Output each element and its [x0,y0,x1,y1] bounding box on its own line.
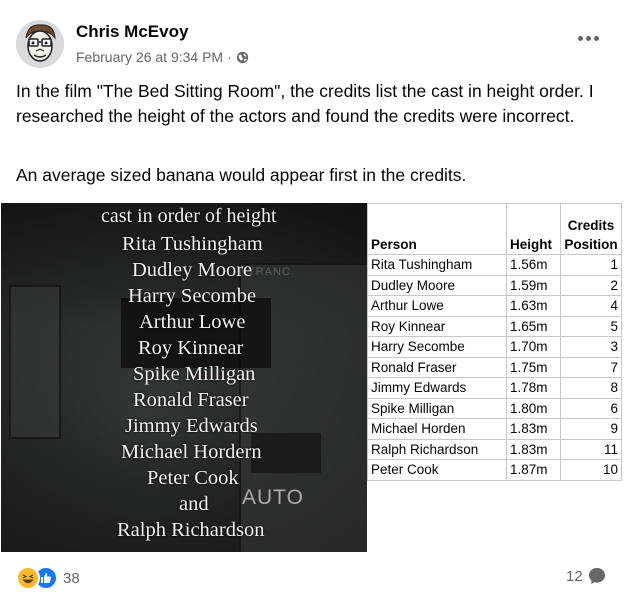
credits-heading: cast in order of height [101,205,277,227]
table-cell-credits-position: 6 [560,397,622,419]
table-cell-credits-position: 10 [560,459,622,481]
credits-line: Jimmy Edwards [125,415,258,437]
facebook-post-card: Chris McEvoy February 26 at 9:34 PM · In… [0,0,627,592]
table-cell-person: Spike Milligan [367,397,507,419]
table-cell-height: 1.63m [506,295,561,317]
table-cell-height: 1.65m [506,315,561,337]
table-cell-height: 1.80m [506,397,561,419]
reactions-summary[interactable]: 38 [16,566,80,590]
table-cell-person: Harry Secombe [367,336,507,358]
comment-bubble-icon [588,568,605,584]
table-row: Harry Secombe 1.70m 3 [367,336,622,358]
comments-summary[interactable]: 12 [566,566,607,586]
credits-line: Ronald Fraser [133,389,249,411]
table-row: Ralph Richardson 1.83m 11 [367,438,622,460]
table-cell-credits-position: 11 [560,438,622,460]
film-credits-still: NTRANC cast in order of height Rita Tush… [1,203,367,552]
credits-line: Rita Tushingham [122,233,263,255]
table-cell-person: Ralph Richardson [367,438,507,460]
table-cell-height: 1.59m [506,274,561,296]
table-cell-height: 1.78m [506,377,561,399]
credits-line: and [179,493,209,515]
auto-sign-text: AUTO [242,486,304,509]
table-cell-person: Michael Horden [367,418,507,440]
table-row: Jimmy Edwards 1.78m 8 [367,377,622,399]
table-cell-height: 1.75m [506,356,561,378]
post-image[interactable]: NTRANC cast in order of height Rita Tush… [1,203,626,552]
table-cell-person: Roy Kinnear [367,315,507,337]
table-cell-height: 1.70m [506,336,561,358]
height-comparison-table: Person Height Credits Position Rita Tushi… [367,203,626,552]
haha-reaction-icon [16,566,40,590]
table-row: Peter Cook 1.87m 10 [367,459,622,481]
table-cell-person: Jimmy Edwards [367,377,507,399]
table-header-height: Height [506,203,561,255]
table-cell-credits-position: 5 [560,315,622,337]
author-name[interactable]: Chris McEvoy [76,22,188,42]
credits-line: Harry Secombe [128,285,257,307]
table-cell-credits-position: 2 [560,274,622,296]
credits-line: Dudley Moore [132,259,253,281]
table-cell-person: Peter Cook [367,459,507,481]
credits-line: Arthur Lowe [139,311,246,333]
reaction-count[interactable]: 38 [63,570,80,587]
table-cell-height: 1.87m [506,459,561,481]
table-cell-credits-position: 4 [560,295,622,317]
table-row: Roy Kinnear 1.65m 5 [367,315,622,337]
table-cell-height: 1.83m [506,438,561,460]
table-cell-credits-position: 9 [560,418,622,440]
more-options-icon[interactable] [574,28,602,48]
table-cell-person: Rita Tushingham [367,254,507,276]
credits-line: Ralph Richardson [117,519,265,541]
table-cell-credits-position: 3 [560,336,622,358]
table-row: Spike Milligan 1.80m 6 [367,397,622,419]
meta-separator: · [227,49,232,65]
table-row: Ronald Fraser 1.75m 7 [367,356,622,378]
post-timestamp[interactable]: February 26 at 9:34 PM [76,49,223,65]
table-cell-person: Ronald Fraser [367,356,507,378]
table-cell-credits-position: 8 [560,377,622,399]
table-row: Rita Tushingham 1.56m 1 [367,254,622,276]
table-header-credits-position: Credits Position [560,203,622,255]
table-row: Arthur Lowe 1.63m 4 [367,295,622,317]
table-cell-person: Dudley Moore [367,274,507,296]
table-row: Dudley Moore 1.59m 2 [367,274,622,296]
credits-line: Michael Hordern [121,441,262,463]
post-meta: February 26 at 9:34 PM · [76,49,249,65]
table-row: Michael Horden 1.83m 9 [367,418,622,440]
credits-line: Spike Milligan [133,363,256,385]
post-text-paragraph-2: An average sized banana would appear fir… [16,165,467,185]
table-cell-height: 1.56m [506,254,561,276]
table-cell-person: Arthur Lowe [367,295,507,317]
table-cell-height: 1.83m [506,418,561,440]
table-header-person: Person [367,203,507,255]
table-cell-credits-position: 1 [560,254,622,276]
globe-icon[interactable] [236,51,249,64]
credits-line: Peter Cook [147,467,239,489]
author-avatar[interactable] [16,20,64,68]
post-text-paragraph-1: In the film "The Bed Sitting Room", the … [16,81,594,126]
credits-line: Roy Kinnear [138,337,244,359]
table-cell-credits-position: 7 [560,356,622,378]
comment-count[interactable]: 12 [566,568,583,585]
